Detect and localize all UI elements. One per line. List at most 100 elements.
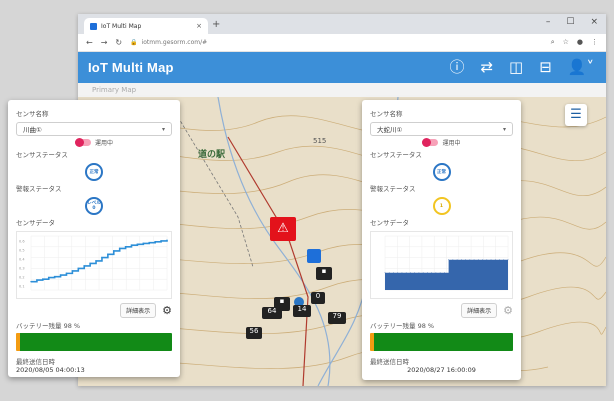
data-point <box>130 244 133 246</box>
sensor-status-label: センサステータス <box>370 151 422 159</box>
zoom-icon[interactable]: ⌕ <box>551 38 555 47</box>
data-point <box>393 272 394 274</box>
sensor-marker-count[interactable]: 79 <box>328 312 346 324</box>
sensor-marker-count[interactable]: 0 <box>311 292 325 304</box>
battery-bar <box>16 333 172 351</box>
data-point <box>431 272 433 274</box>
data-point <box>486 259 488 261</box>
address-bar[interactable]: 🔒 iotmm.gesorm.com/# <box>130 39 543 46</box>
close-window-button[interactable]: × <box>590 17 598 27</box>
gear-icon[interactable]: ⚙ <box>162 304 172 317</box>
tab-strip: IoT Multi Map × + – ☐ × <box>78 14 606 34</box>
data-point <box>95 260 97 262</box>
sensor-marker-count[interactable]: 56 <box>246 327 262 339</box>
map-elevation-label: 515 <box>313 137 327 145</box>
layers-icon[interactable]: ☰ <box>565 104 587 126</box>
data-point <box>42 278 44 280</box>
data-point <box>490 259 492 261</box>
data-point <box>148 241 150 244</box>
sensor-marker-count[interactable]: 14 <box>293 305 311 317</box>
forward-icon[interactable]: → <box>101 38 108 47</box>
data-point <box>118 247 121 250</box>
menu-dots-icon[interactable]: ⋮ <box>591 38 598 47</box>
data-point <box>71 270 74 272</box>
favicon-icon <box>90 22 97 30</box>
data-point <box>460 259 462 261</box>
data-point <box>405 272 407 274</box>
data-point <box>388 272 390 274</box>
battery-label: バッテリー残量 98 % <box>370 322 435 330</box>
detail-button[interactable]: 詳細表示 <box>120 303 157 318</box>
window-controls: – ☐ × <box>546 17 598 27</box>
last-sent-value: 2020/08/05 04:00:13 <box>16 366 85 374</box>
sensor-data-label: センサデータ <box>370 219 409 227</box>
maximize-button[interactable]: ☐ <box>566 17 574 27</box>
browser-tab[interactable]: IoT Multi Map × <box>84 18 208 34</box>
sensor-pin-icon[interactable] <box>307 249 321 263</box>
profile-icon[interactable]: ● <box>577 38 583 47</box>
sensor-marker-count[interactable]: 64 <box>262 307 282 319</box>
split-horizontal-icon[interactable]: ⊟ <box>539 58 552 76</box>
data-point <box>65 272 68 275</box>
data-point <box>499 259 500 261</box>
detail-button[interactable]: 詳細表示 <box>461 303 498 318</box>
operation-toggle-label: 運用中 <box>442 140 461 147</box>
data-point <box>456 259 458 261</box>
reload-icon[interactable]: ↻ <box>115 38 122 47</box>
sensor-marker[interactable]: ▪ <box>316 267 332 280</box>
data-point <box>107 253 109 255</box>
data-point <box>36 279 38 281</box>
sensor-name-label: センサ名称 <box>16 110 49 118</box>
alarm-status-label: 警報ステータス <box>370 185 416 193</box>
sensor-status-label: センサステータス <box>16 151 68 159</box>
battery-label: バッテリー残量 98 % <box>16 322 81 330</box>
last-sent-label: 最終送信日時 <box>16 358 55 366</box>
operation-toggle[interactable] <box>422 138 439 147</box>
sensor-name-select[interactable]: 川曲① ▾ <box>16 122 172 136</box>
data-point <box>89 262 91 265</box>
sensor-panel-left: センサ名称 川曲① ▾ 運用中 センサステータス 正常 警報ステータス レベル … <box>8 100 180 377</box>
data-point <box>482 259 483 261</box>
gear-icon[interactable]: ⚙ <box>503 304 513 317</box>
y-tick-label: 0.3 <box>19 267 25 271</box>
data-point <box>443 272 445 274</box>
data-point <box>397 272 399 274</box>
app-header: IoT Multi Map ⓘ ⇄ ◫ ⊟ 👤˅ <box>78 52 606 83</box>
info-icon[interactable]: ⓘ <box>449 58 464 76</box>
sensor-name-value: 大蛇川① <box>377 126 403 134</box>
sensor-name-value: 川曲① <box>23 126 42 134</box>
back-icon[interactable]: ← <box>86 38 93 47</box>
warning-marker-icon[interactable]: ⚠ <box>270 217 296 241</box>
data-point <box>142 242 145 245</box>
swap-icon[interactable]: ⇄ <box>480 58 493 76</box>
data-point <box>401 272 403 274</box>
sensor-name-select[interactable]: 大蛇川① ▾ <box>370 122 513 136</box>
map-label-michinoeki: 道の駅 <box>198 150 226 160</box>
data-point <box>30 280 32 283</box>
operation-toggle[interactable] <box>74 138 91 147</box>
bookmark-star-icon[interactable]: ☆ <box>563 38 569 47</box>
battery-bar <box>370 333 513 351</box>
address-bar-row: ← → ↻ 🔒 iotmm.gesorm.com/# ⌕ ☆ ● ⋮ <box>78 34 606 52</box>
data-point <box>503 259 505 261</box>
y-tick-label: 0.6 <box>19 240 25 244</box>
user-menu-icon[interactable]: 👤˅ <box>568 58 594 76</box>
y-tick-label: 0.5 <box>19 249 25 253</box>
sensor-data-chart-left: 0.6 0.5 0.4 0.3 0.2 0.1 <box>16 231 172 299</box>
data-point <box>414 272 416 274</box>
map-subheader: Primary Map <box>78 83 606 97</box>
new-tab-button[interactable]: + <box>212 19 220 30</box>
data-point <box>154 241 156 243</box>
data-point <box>53 276 56 278</box>
data-point <box>124 246 127 248</box>
data-point <box>77 267 80 270</box>
data-point <box>166 239 168 241</box>
data-point <box>473 259 475 261</box>
data-point <box>113 250 115 252</box>
tab-close-icon[interactable]: × <box>196 22 202 30</box>
chevron-down-icon: ▾ <box>161 125 165 133</box>
data-point <box>507 259 509 261</box>
minimize-button[interactable]: – <box>546 17 551 27</box>
split-vertical-icon[interactable]: ◫ <box>509 58 523 76</box>
sensor-panel-right: センサ名称 大蛇川① ▾ 運用中 センサステータス 正常 警報ステータス 1 セ… <box>362 100 521 380</box>
